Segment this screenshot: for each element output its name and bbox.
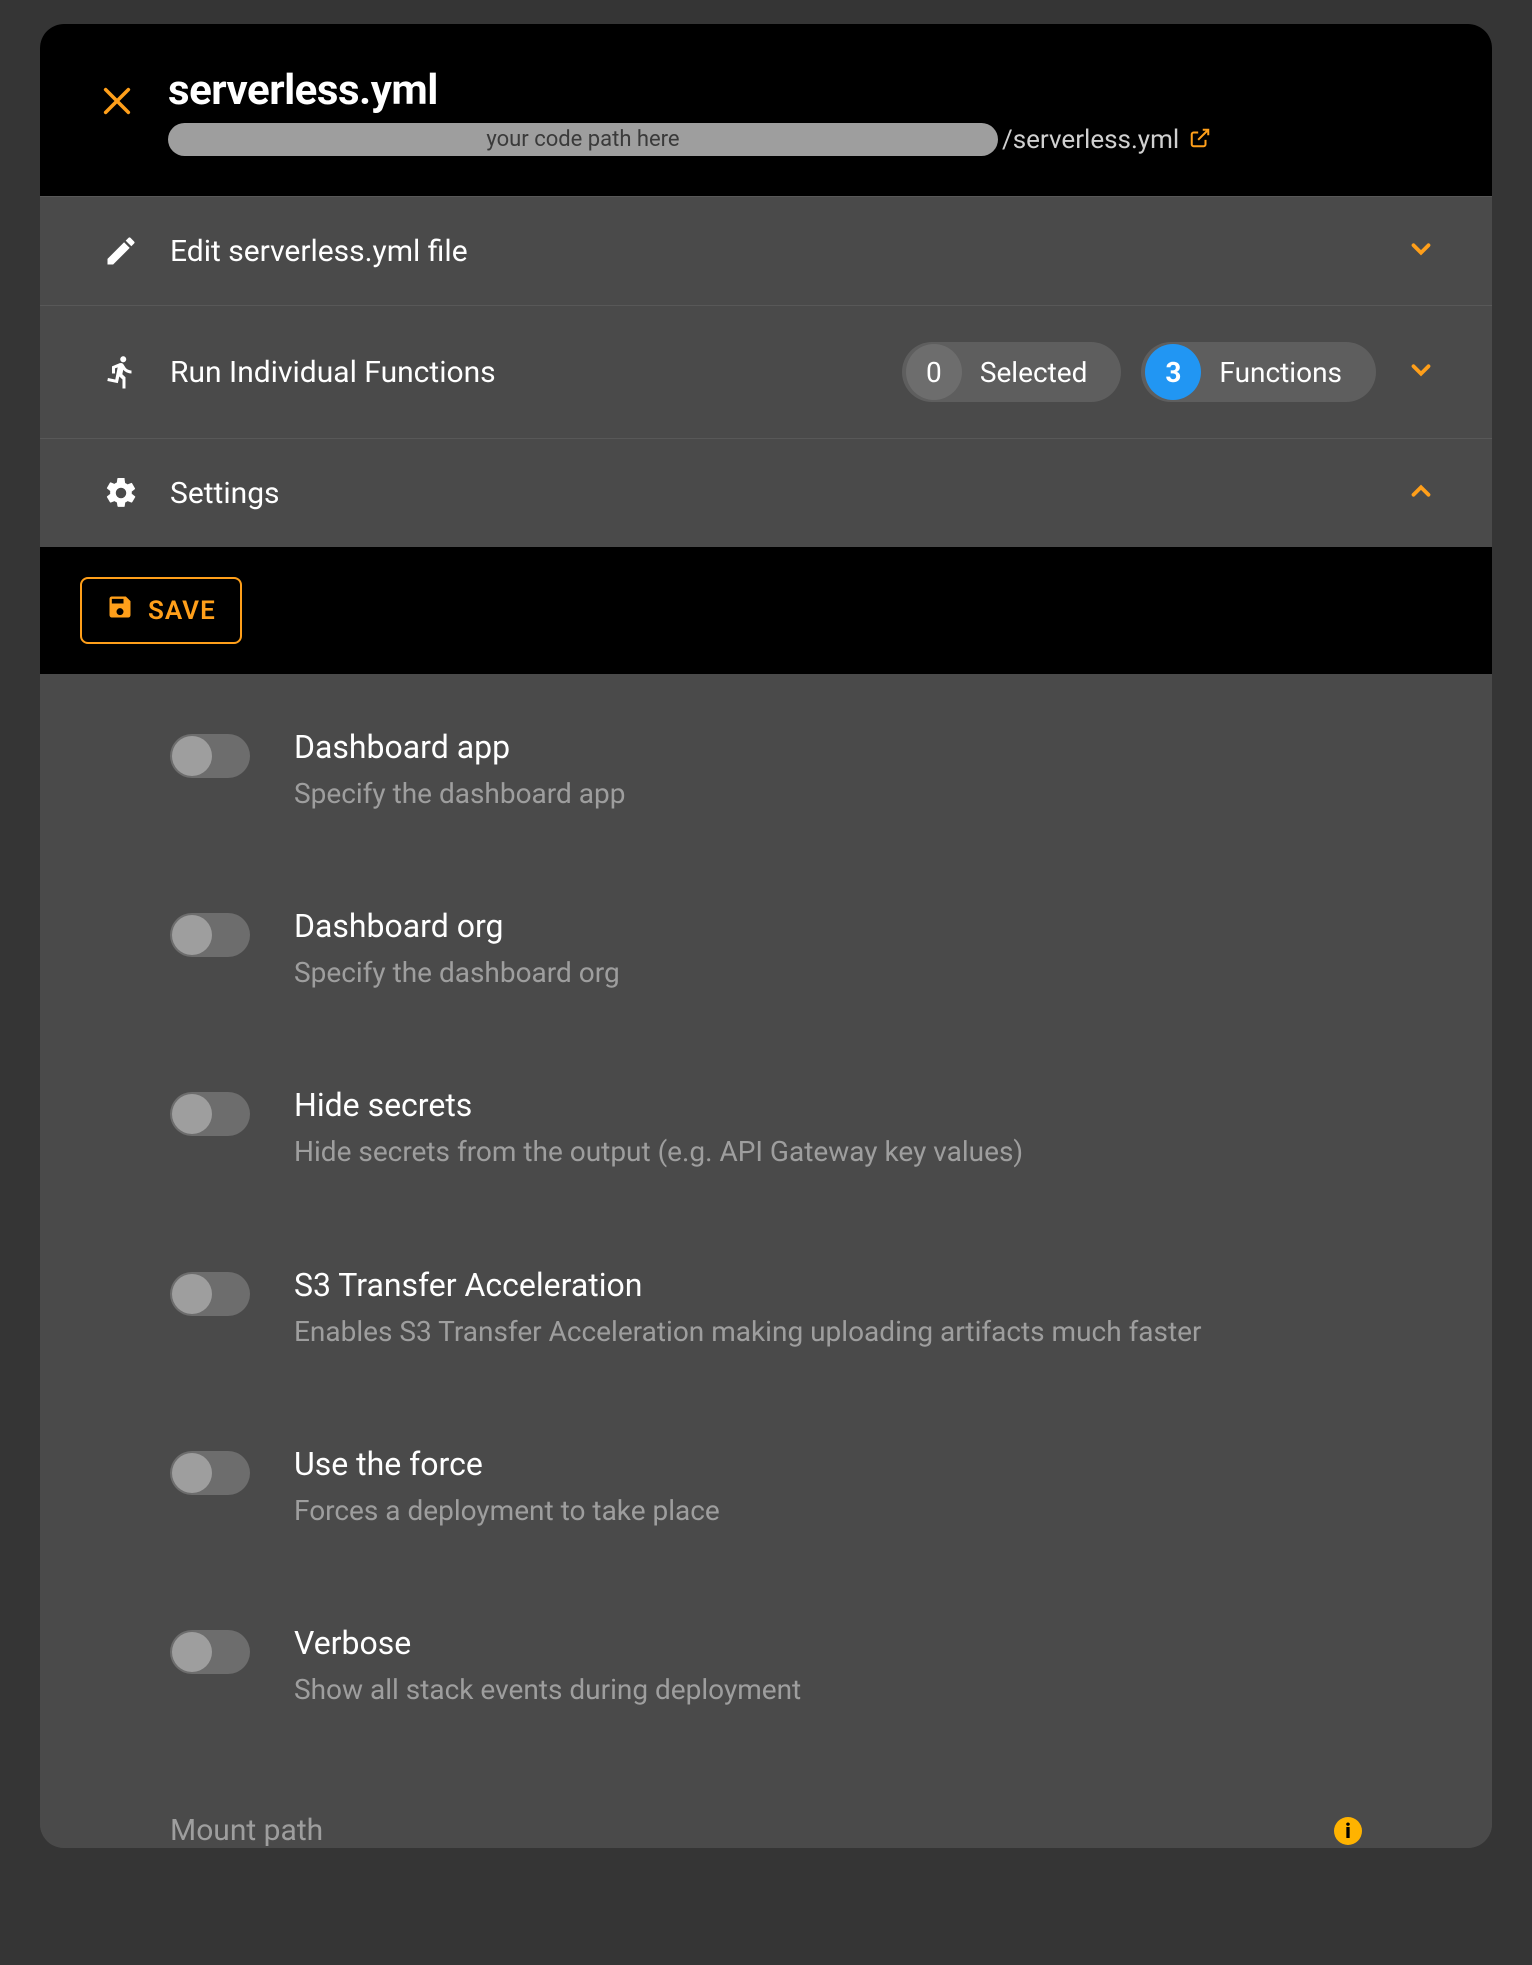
selected-pill: 0 Selected [902,342,1122,402]
setting-s3-transfer-acceleration: S3 Transfer Acceleration Enables S3 Tran… [100,1266,1432,1445]
setting-use-the-force: Use the force Forces a deployment to tak… [100,1445,1432,1624]
external-link-icon[interactable] [1189,127,1211,153]
toggle-switch[interactable] [170,734,250,778]
mount-path-label: Mount path [170,1813,1334,1848]
close-icon[interactable] [100,84,134,118]
setting-desc: Specify the dashboard org [294,953,1432,992]
chevron-down-icon [1406,355,1436,389]
toggle-switch[interactable] [170,1451,250,1495]
save-button-label: SAVE [148,596,216,626]
setting-desc: Hide secrets from the output (e.g. API G… [294,1132,1432,1171]
functions-pill: 3 Functions [1141,342,1376,402]
selected-count-badge: 0 [906,344,962,400]
toggle-switch[interactable] [170,1092,250,1136]
setting-title: Dashboard app [294,728,1432,766]
setting-desc: Specify the dashboard app [294,774,1432,813]
setting-title: Hide secrets [294,1086,1432,1124]
mount-path-row: Mount path i [100,1803,1432,1848]
panel-header: serverless.yml your code path here /serv… [40,24,1492,196]
setting-title: Dashboard org [294,907,1432,945]
save-bar: SAVE [40,547,1492,674]
gear-icon [100,475,142,511]
setting-desc: Show all stack events during deployment [294,1670,1432,1709]
run-section-label: Run Individual Functions [170,355,496,390]
save-icon [106,593,134,628]
setting-title: Verbose [294,1624,1432,1662]
run-icon [100,354,142,390]
toggle-switch[interactable] [170,913,250,957]
setting-dashboard-app: Dashboard app Specify the dashboard app [100,728,1432,907]
run-pill-group: 0 Selected 3 Functions [902,342,1376,402]
edit-section-row[interactable]: Edit serverless.yml file [40,196,1492,305]
setting-desc: Forces a deployment to take place [294,1491,1432,1530]
edit-section-label: Edit serverless.yml file [170,234,468,269]
setting-title: S3 Transfer Acceleration [294,1266,1432,1304]
chevron-up-icon [1406,476,1436,510]
settings-body: Dashboard app Specify the dashboard app … [40,674,1492,1848]
info-icon[interactable]: i [1334,1817,1362,1845]
run-section-row[interactable]: Run Individual Functions 0 Selected 3 Fu… [40,305,1492,438]
setting-dashboard-org: Dashboard org Specify the dashboard org [100,907,1432,1086]
functions-count-badge: 3 [1145,344,1201,400]
settings-section-row[interactable]: Settings [40,438,1492,547]
selected-pill-label: Selected [980,356,1088,389]
toggle-switch[interactable] [170,1630,250,1674]
settings-section-label: Settings [170,476,280,511]
setting-hide-secrets: Hide secrets Hide secrets from the outpu… [100,1086,1432,1265]
chevron-down-icon [1406,234,1436,268]
setting-verbose: Verbose Show all stack events during dep… [100,1624,1432,1803]
toggle-switch[interactable] [170,1272,250,1316]
serverless-panel: serverless.yml your code path here /serv… [40,24,1492,1848]
setting-title: Use the force [294,1445,1432,1483]
code-path-placeholder: your code path here [168,123,998,156]
pencil-icon [100,233,142,269]
save-button[interactable]: SAVE [80,577,242,644]
file-path-suffix: /serverless.yml [998,125,1189,155]
setting-desc: Enables S3 Transfer Acceleration making … [294,1312,1432,1351]
panel-title: serverless.yml [168,66,1452,115]
functions-pill-label: Functions [1219,356,1342,389]
